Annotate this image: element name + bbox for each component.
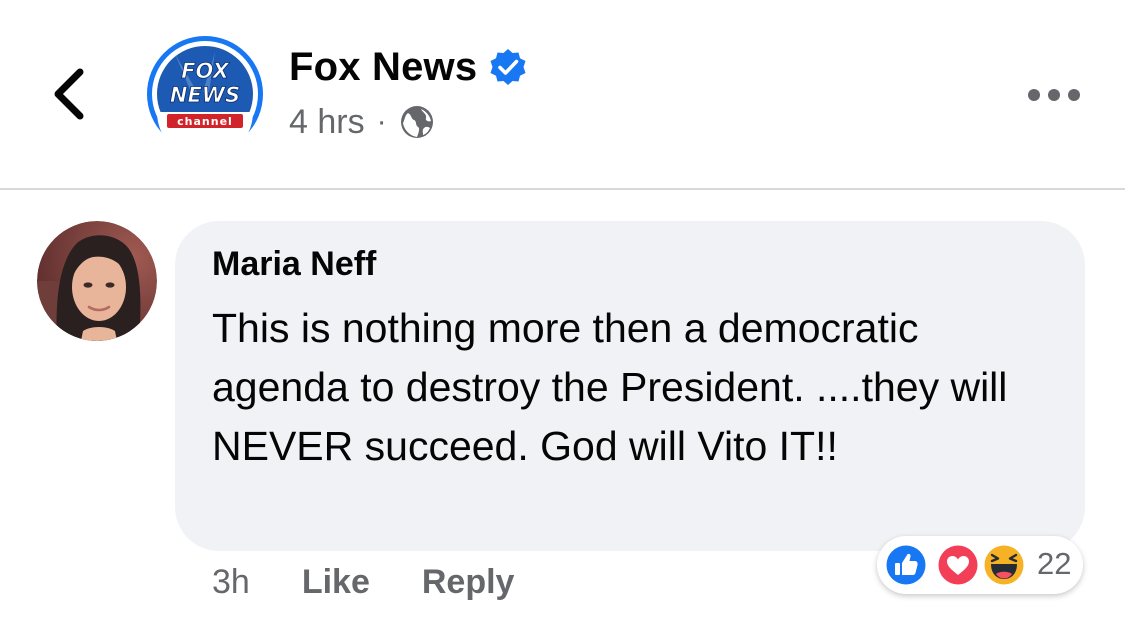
comment-author[interactable]: Maria Neff [212,245,376,284]
page-name-row: Fox News [289,44,527,90]
globe-icon [400,106,433,138]
like-button[interactable]: Like [302,563,370,602]
post-meta: 4 hrs · [289,100,435,144]
meta-separator: · [376,105,387,138]
comment-time[interactable]: 3h [212,563,250,602]
reply-button[interactable]: Reply [422,563,515,602]
haha-reaction-icon [982,543,1026,587]
post-header: FOX NEWS channel Fox News 4 hrs · [0,0,1125,188]
verified-badge-icon [490,49,526,85]
comment-actions: 3h Like Reply [212,560,514,604]
like-reaction-icon [884,543,928,587]
logo-text-news: NEWS [170,83,240,107]
comment-bubble: Maria Neff This is nothing more then a d… [175,221,1085,551]
comment-text: This is nothing more then a democratic a… [212,305,1008,469]
header-divider [0,188,1125,190]
avatar[interactable] [37,221,157,341]
post-comment-view: FOX NEWS channel Fox News 4 hrs · Maria … [0,0,1125,624]
page-name[interactable]: Fox News [289,45,477,90]
logo-text-fox: FOX [181,59,230,83]
love-reaction-icon [936,543,980,587]
post-time[interactable]: 4 hrs [289,103,365,142]
logo-text-channel: channel [177,115,233,128]
chevron-left-icon[interactable] [42,62,102,126]
reaction-count: 22 [1037,546,1072,581]
reactions-summary[interactable]: 22 [877,536,1083,594]
fox-news-logo[interactable]: FOX NEWS channel [145,34,265,154]
more-horizontal-icon[interactable] [1024,80,1084,110]
